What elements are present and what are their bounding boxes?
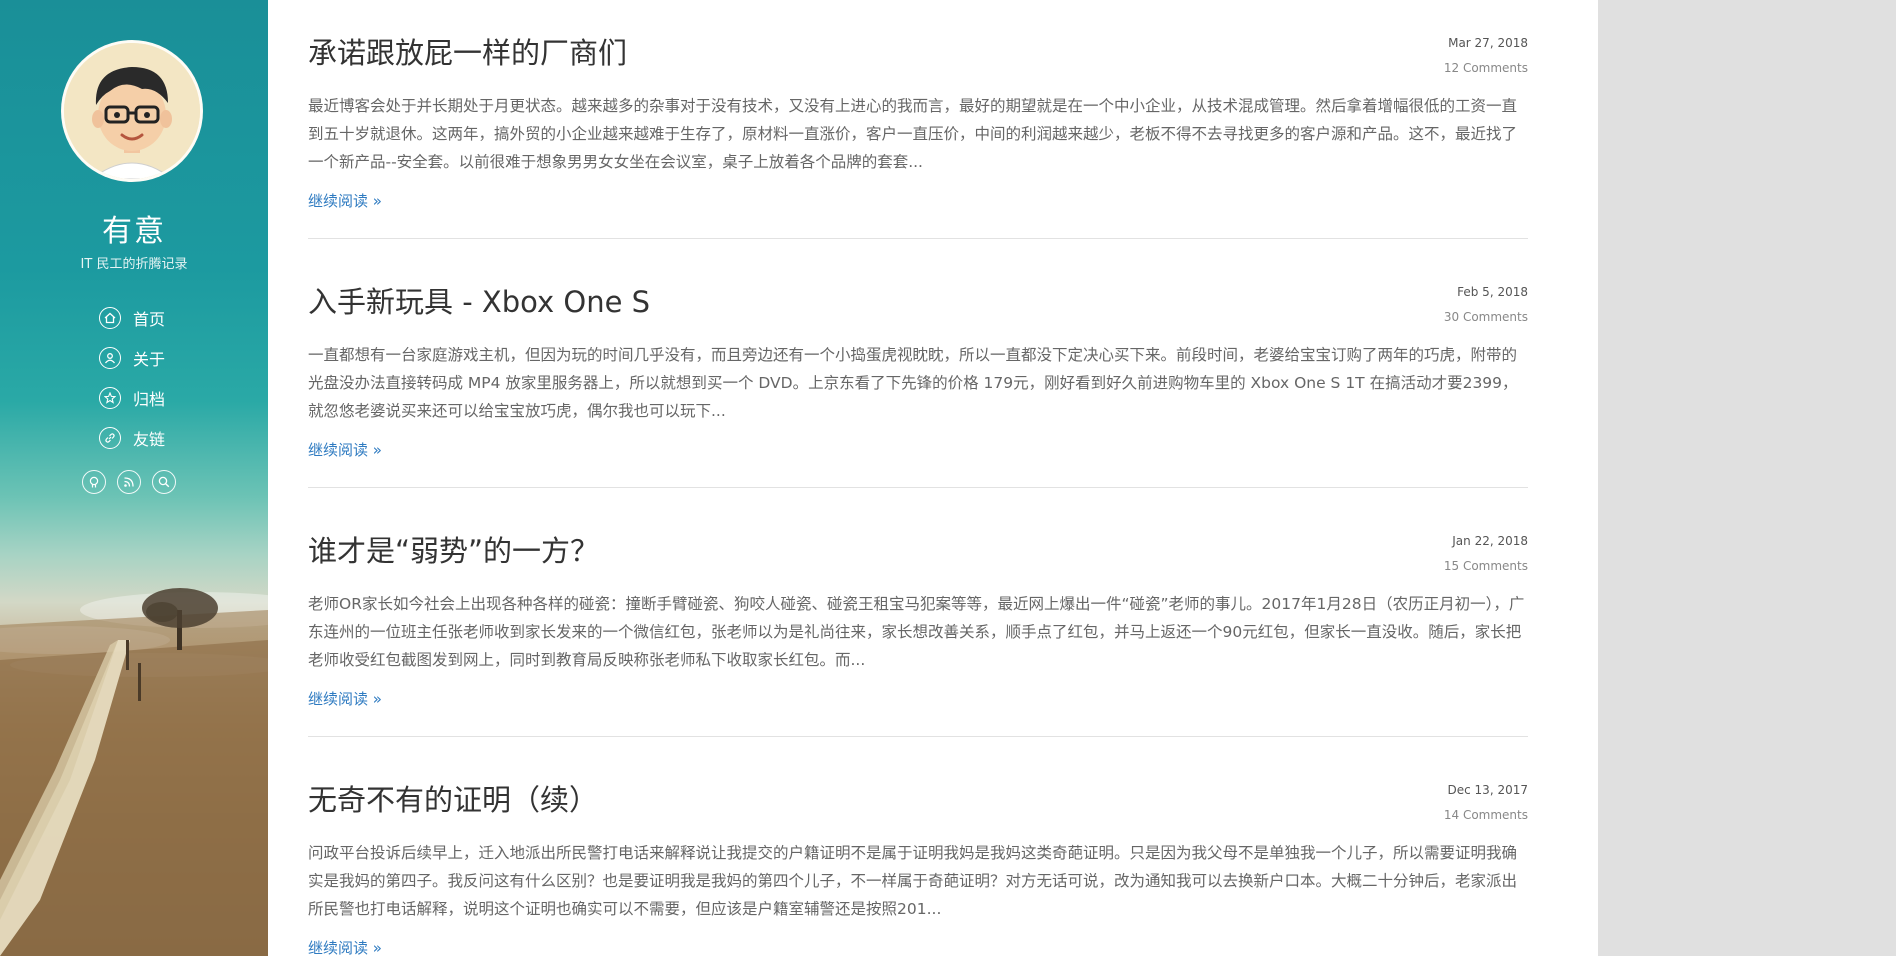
post-divider — [308, 487, 1528, 488]
post-date: Dec 13, 2017 — [1447, 783, 1528, 797]
main-content: 承诺跟放屁一样的厂商们 Mar 27, 2018 12 Comments 最近博… — [268, 0, 1598, 956]
post-divider — [308, 736, 1528, 737]
post-title[interactable]: 谁才是“弱势”的一方？ — [308, 528, 599, 570]
post-excerpt: 一直都想有一台家庭游戏主机，但因为玩的时间几乎没有，而且旁边还有一个小捣蛋虎视眈… — [308, 346, 1518, 420]
rss-icon[interactable] — [117, 470, 141, 494]
site-subtitle: IT 民工的折腾记录 — [80, 257, 188, 272]
post-date: Jan 22, 2018 — [1452, 534, 1528, 548]
nav-item-home[interactable]: 首页 — [99, 298, 165, 338]
post-excerpt: 问政平台投诉后续早上，迁入地派出所民警打电话来解释说让我提交的户籍证明不是属于证… — [308, 844, 1518, 918]
post-comments[interactable]: 15 Comments — [1444, 559, 1528, 573]
post-excerpt: 老师OR家长如今社会上出现各种各样的碰瓷：撞断手臂碰瓷、狗咬人碰瓷、碰瓷王租宝马… — [308, 595, 1525, 669]
nav-item-archive[interactable]: 归档 — [99, 378, 165, 418]
post-date: Feb 5, 2018 — [1457, 285, 1528, 299]
post-comments[interactable]: 12 Comments — [1444, 61, 1528, 75]
avatar[interactable] — [61, 40, 203, 182]
post-comments[interactable]: 14 Comments — [1444, 808, 1528, 822]
post-excerpt: 最近博客会处于并长期处于月更状态。越来越多的杂事对于没有技术，又没有上进心的我而… — [308, 97, 1518, 171]
search-icon[interactable] — [152, 470, 176, 494]
post-title[interactable]: 入手新玩具 - Xbox One S — [308, 279, 650, 321]
github-icon[interactable] — [82, 470, 106, 494]
nav-item-label: 首页 — [133, 310, 166, 329]
sidebar-nav: 首页 关于 归档 友链 — [99, 298, 165, 458]
user-icon — [99, 347, 121, 369]
nav-item-label: 归档 — [133, 390, 166, 409]
nav-item-about[interactable]: 关于 — [99, 338, 165, 378]
post-title[interactable]: 承诺跟放屁一样的厂商们 — [308, 30, 627, 72]
post-date: Mar 27, 2018 — [1448, 36, 1528, 50]
home-icon — [99, 307, 121, 329]
sidebar: 有意 IT 民工的折腾记录 首页 关于 归档 友链 — [0, 0, 268, 956]
nav-item-label: 友链 — [133, 430, 166, 449]
post-title[interactable]: 无奇不有的证明（续） — [308, 777, 598, 819]
nav-item-links[interactable]: 友链 — [99, 418, 165, 458]
read-more-link[interactable]: 继续阅读 » — [308, 937, 382, 956]
site-title[interactable]: 有意 — [0, 206, 268, 250]
read-more-link[interactable]: 继续阅读 » — [308, 688, 382, 709]
star-icon — [99, 387, 121, 409]
post-divider — [308, 238, 1528, 239]
read-more-link[interactable]: 继续阅读 » — [308, 190, 382, 211]
link-icon — [99, 427, 121, 449]
read-more-link[interactable]: 继续阅读 » — [308, 439, 382, 460]
nav-item-label: 关于 — [133, 350, 166, 369]
social-links — [82, 470, 176, 494]
post-comments[interactable]: 30 Comments — [1444, 310, 1528, 324]
